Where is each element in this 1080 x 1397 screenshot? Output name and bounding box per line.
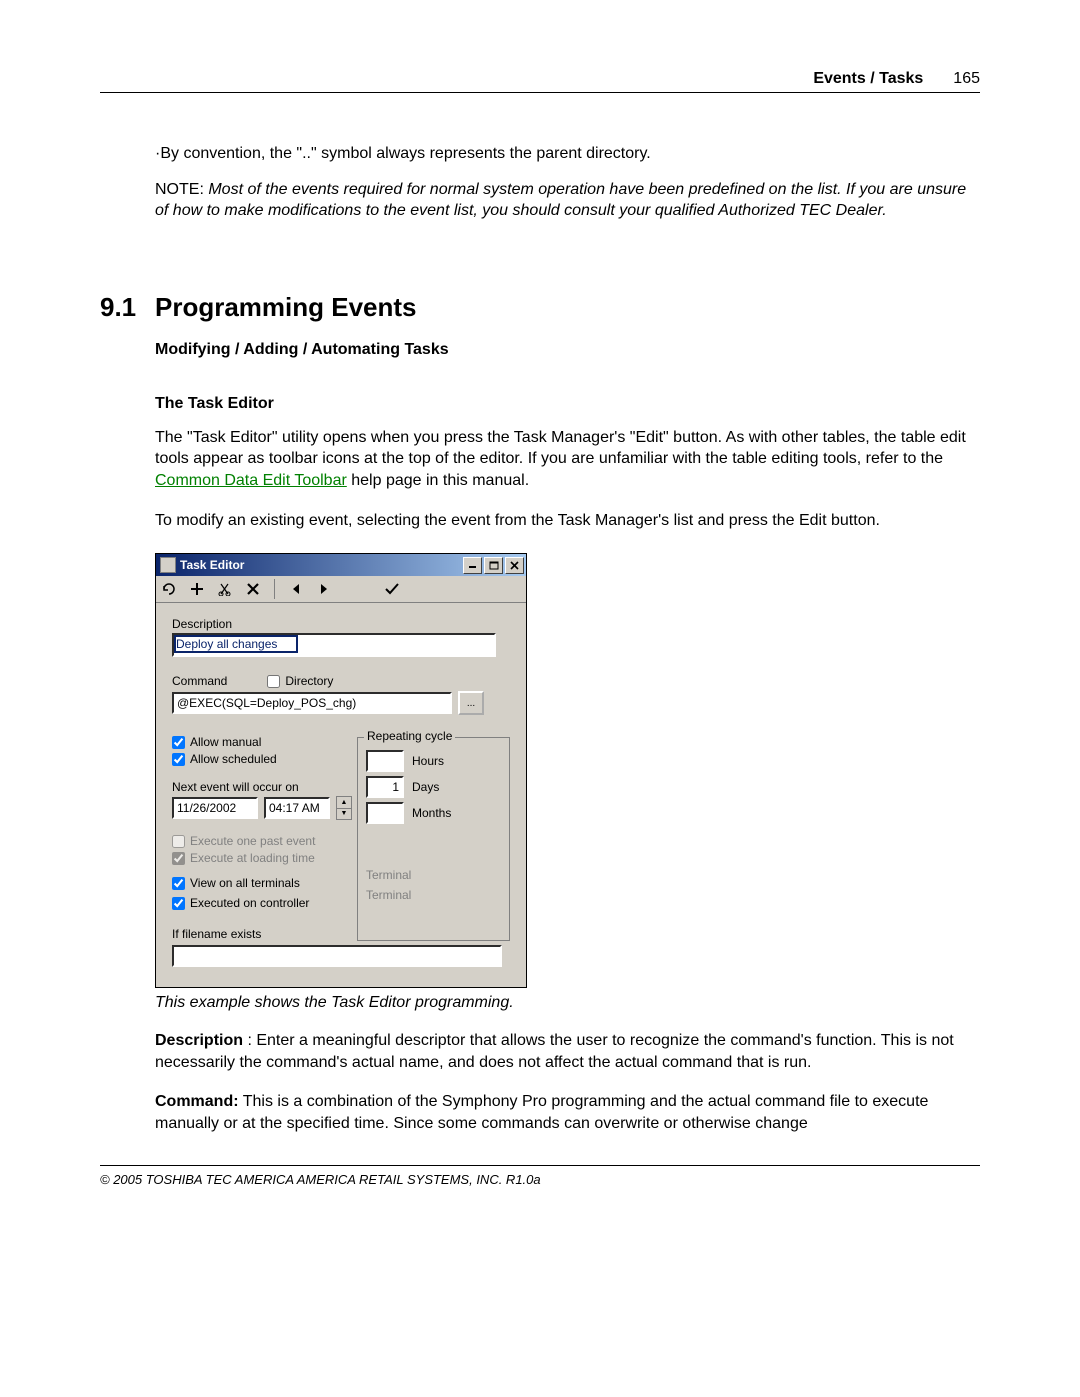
intro-bullet: ·By convention, the ".." symbol always r…: [155, 143, 980, 165]
spin-up-icon[interactable]: ▲: [337, 797, 351, 809]
command-field[interactable]: [172, 692, 452, 714]
document-page: Events / Tasks 165 ·By convention, the "…: [0, 0, 1080, 1227]
description-term: Description: [155, 1032, 243, 1049]
terminal-label-1: Terminal: [366, 868, 501, 882]
months-field[interactable]: [366, 802, 404, 824]
subheading-tasks: Modifying / Adding / Automating Tasks: [155, 341, 980, 359]
time-field[interactable]: [264, 797, 330, 819]
filename-field[interactable]: [172, 945, 502, 967]
view-terminals-label: View on all terminals: [190, 876, 300, 890]
common-toolbar-link[interactable]: Common Data Edit Toolbar: [155, 472, 347, 489]
description-label: Description: [172, 617, 510, 631]
view-terminals-input[interactable]: [172, 877, 185, 890]
allow-manual-checkbox[interactable]: Allow manual: [172, 735, 357, 749]
section-number: 9.1: [100, 292, 155, 323]
exec-controller-label: Executed on controller: [190, 896, 309, 910]
exec-loading-input[interactable]: [172, 852, 185, 865]
date-field[interactable]: [172, 797, 258, 819]
time-spinner[interactable]: ▲▼: [336, 796, 352, 820]
page-header: Events / Tasks 165: [100, 70, 980, 93]
allow-scheduled-label: Allow scheduled: [190, 752, 277, 766]
next-event-label: Next event will occur on: [172, 780, 357, 794]
terminal-label-2: Terminal: [366, 888, 501, 902]
spin-down-icon[interactable]: ▼: [337, 809, 351, 820]
exec-controller-checkbox[interactable]: Executed on controller: [172, 896, 309, 910]
command-row: ...: [172, 691, 510, 715]
command-term: Command:: [155, 1093, 239, 1110]
allow-manual-input[interactable]: [172, 736, 185, 749]
datetime-row: ▲▼: [172, 796, 357, 820]
days-label: Days: [412, 780, 439, 794]
exec-past-label: Execute one past event: [190, 834, 315, 848]
undo-icon[interactable]: [160, 580, 178, 598]
form-area: Description Deploy all changes Command D…: [156, 603, 526, 987]
para1-a: The "Task Editor" utility opens when you…: [155, 429, 966, 468]
app-icon: [160, 557, 176, 573]
browse-button[interactable]: ...: [458, 691, 484, 715]
command-paragraph: Command: This is a combination of the Sy…: [155, 1091, 980, 1134]
figure-caption: This example shows the Task Editor progr…: [155, 994, 980, 1012]
note-label: NOTE:: [155, 181, 208, 198]
hours-field[interactable]: [366, 750, 404, 772]
description-text: : Enter a meaningful descriptor that all…: [155, 1032, 954, 1071]
toolbar: [156, 576, 526, 603]
allow-scheduled-input[interactable]: [172, 753, 185, 766]
directory-checkbox-input[interactable]: [267, 675, 280, 688]
window-title: Task Editor: [180, 558, 244, 572]
hours-label: Hours: [412, 754, 444, 768]
paragraph-editor-intro: The "Task Editor" utility opens when you…: [155, 427, 980, 492]
note-body: Most of the events required for normal s…: [155, 181, 966, 220]
intro-note: NOTE: Most of the events required for no…: [155, 179, 980, 222]
months-label: Months: [412, 806, 451, 820]
repeating-legend: Repeating cycle: [364, 729, 455, 743]
titlebar[interactable]: Task Editor: [156, 554, 526, 576]
allow-scheduled-checkbox[interactable]: Allow scheduled: [172, 752, 357, 766]
section-title: Programming Events: [155, 292, 417, 323]
minimize-button[interactable]: [463, 557, 482, 574]
days-field[interactable]: [366, 776, 404, 798]
header-page-number: 165: [953, 70, 980, 88]
paragraph-modify: To modify an existing event, selecting t…: [155, 510, 980, 532]
description-paragraph: Description : Enter a meaningful descrip…: [155, 1030, 980, 1073]
add-icon[interactable]: [188, 580, 206, 598]
header-section-title: Events / Tasks: [813, 70, 923, 88]
repeating-cycle-group: Repeating cycle Hours Days Months Term: [357, 737, 510, 941]
exec-controller-input[interactable]: [172, 897, 185, 910]
next-icon[interactable]: [315, 580, 333, 598]
prev-icon[interactable]: [287, 580, 305, 598]
filename-label: If filename exists: [172, 927, 357, 941]
directory-checkbox[interactable]: Directory: [267, 674, 333, 688]
maximize-button[interactable]: [484, 557, 503, 574]
para1-b: help page in this manual.: [347, 472, 529, 489]
delete-icon[interactable]: [244, 580, 262, 598]
view-terminals-checkbox[interactable]: View on all terminals: [172, 876, 300, 890]
allow-manual-label: Allow manual: [190, 735, 261, 749]
command-label: Command: [172, 674, 227, 688]
task-editor-window: Task Editor Description Deploy all chang…: [155, 553, 527, 988]
command-text: This is a combination of the Symphony Pr…: [155, 1093, 928, 1132]
toolbar-separator: [274, 579, 275, 599]
directory-label: Directory: [285, 674, 333, 688]
description-field[interactable]: Deploy all changes: [174, 635, 298, 653]
exec-past-checkbox[interactable]: Execute one past event: [172, 834, 357, 848]
description-field-wrap[interactable]: Deploy all changes: [172, 633, 496, 657]
cut-icon[interactable]: [216, 580, 234, 598]
subheading-editor: The Task Editor: [155, 395, 980, 413]
close-button[interactable]: [505, 557, 524, 574]
exec-loading-checkbox[interactable]: Execute at loading time: [172, 851, 357, 865]
exec-past-input[interactable]: [172, 835, 185, 848]
exec-loading-label: Execute at loading time: [190, 851, 315, 865]
page-footer: © 2005 TOSHIBA TEC AMERICA AMERICA RETAI…: [100, 1165, 980, 1187]
ok-icon[interactable]: [383, 580, 401, 598]
section-heading: 9.1 Programming Events: [100, 292, 980, 323]
